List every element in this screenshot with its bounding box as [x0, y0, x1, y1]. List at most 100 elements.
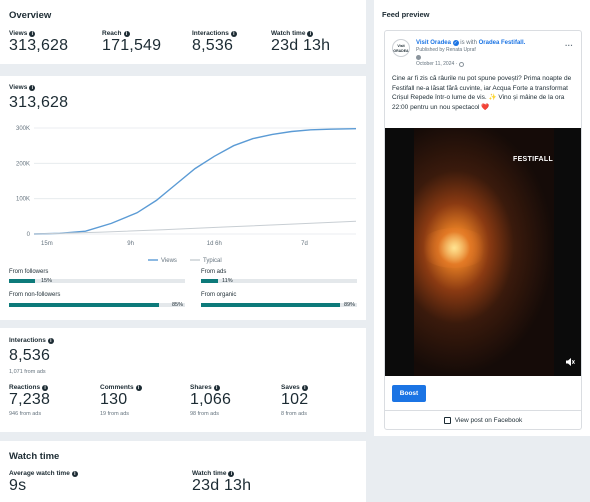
stat-sub: 946 from ads [9, 411, 42, 417]
from-ads-pct: 11% [222, 278, 233, 284]
x-tick-label: 1d 6h [207, 241, 222, 247]
feed-preview-title: Feed preview [382, 10, 430, 19]
info-icon[interactable]: i [307, 30, 314, 37]
interactions-ads: 1,071 from ads [9, 369, 46, 375]
interactions-total: 8,536 [9, 347, 51, 364]
views-total: 313,628 [9, 94, 69, 111]
page-avatar[interactable]: Visit ORADEA [392, 39, 410, 57]
from-followers-label: From followers [9, 269, 49, 275]
post-date-text: October 11, 2024 · [416, 61, 458, 67]
video-overlay-text: FESTIFALL [513, 156, 554, 163]
stat-label: Views [9, 30, 28, 37]
interactions-label: Interactions [9, 337, 46, 344]
watch-time-title: Watch time [9, 451, 60, 462]
boost-button[interactable]: Boost [392, 385, 426, 402]
from-organic-pct: 89% [344, 302, 356, 308]
legend-label: Views [161, 258, 177, 264]
from-non-followers-label: From non-followers [9, 292, 61, 298]
post-video[interactable]: FESTIFALL [385, 128, 581, 376]
external-link-icon [443, 417, 451, 424]
partner-link[interactable]: Oradea Festifall. [479, 40, 526, 46]
stat-label: Watch time [271, 30, 306, 37]
info-icon[interactable]: i [71, 470, 78, 477]
from-organic-label: From organic [201, 292, 237, 298]
feed-preview-panel: Feed preview Visit ORADEA Visit Oradea ✓… [374, 0, 590, 436]
post-date: October 11, 2024 · [416, 61, 465, 67]
stat-value: 9s [9, 477, 27, 494]
reactions-stat[interactable]: Reactions i 7,238 946 from ads [9, 384, 50, 417]
info-icon[interactable]: i [135, 384, 142, 391]
stat-value: 23d 13h [271, 37, 331, 54]
shares-stat[interactable]: Shares i 1,066 98 from ads [190, 384, 231, 417]
stat-label: Shares [190, 384, 212, 391]
stat-label: Watch time [192, 470, 227, 477]
stat-sub: 8 from ads [281, 411, 307, 417]
info-icon[interactable]: i [230, 30, 237, 37]
author-icon [416, 55, 421, 60]
saves-stat[interactable]: Saves i 102 8 from ads [281, 384, 308, 417]
views-card: Views i 313,628 0 100K 200K 300K 15m 9h 1d 6h 7d… [0, 76, 366, 320]
stat-value: 171,549 [102, 37, 162, 54]
published-by: Published by Renata Upraf [416, 47, 476, 53]
from-followers-fill [9, 279, 36, 283]
info-icon[interactable]: i [47, 337, 54, 344]
stat-sub: 98 from ads [190, 411, 220, 417]
with-text: is with [460, 40, 477, 46]
stat-label: Reach [102, 30, 122, 37]
stat-label: Average watch time [9, 470, 70, 477]
stat-label: Comments [100, 384, 134, 391]
overview-stat-watch-time[interactable]: Watch time i 23d 13h [271, 30, 330, 55]
video-glow [419, 228, 489, 268]
stat-label: Reactions [9, 384, 41, 391]
overview-stat-reach[interactable]: Reach i 171,549 [102, 30, 161, 55]
info-icon[interactable]: i [213, 384, 220, 391]
comments-stat[interactable]: Comments i 130 19 from ads [100, 384, 142, 417]
interactions-card: Interactions i 8,536 1,071 from ads React… [0, 328, 366, 432]
globe-icon [459, 61, 465, 67]
watch-time-card: Watch time Average watch time i 9s Watch … [0, 441, 366, 502]
series-line-views [33, 128, 357, 235]
stat-label: Interactions [192, 30, 229, 37]
from-organic-bar [201, 303, 357, 307]
mute-icon[interactable] [565, 354, 575, 366]
post-card: Visit ORADEA Visit Oradea ✓ is with Orad… [384, 30, 582, 430]
info-icon[interactable]: i [42, 384, 49, 391]
watch-time-stat[interactable]: Watch time i 23d 13h [192, 470, 251, 495]
x-tick-label: 7d [301, 241, 308, 247]
from-ads-fill [201, 279, 219, 283]
verified-icon: ✓ [452, 40, 459, 46]
y-tick-label: 100K [16, 197, 30, 203]
avg-watch-time-stat[interactable]: Average watch time i 9s [9, 470, 78, 495]
y-tick-label: 200K [16, 161, 30, 167]
x-tick-label: 9h [127, 241, 134, 247]
stat-value: 130 [100, 391, 128, 408]
from-ads-label: From ads [201, 269, 227, 275]
more-options-icon[interactable]: ··· [565, 41, 573, 50]
views-label: Views [9, 84, 28, 91]
overview-stat-views[interactable]: Views i 313,628 [9, 30, 68, 55]
from-non-followers-pct: 85% [172, 302, 184, 308]
overview-card: Overview Views i 313,628 Reach i 171,549 I… [0, 0, 366, 64]
from-followers-pct: 15% [41, 278, 53, 284]
post-header: Visit Oradea ✓ is with Oradea Festifall. [416, 39, 556, 47]
stat-value: 102 [281, 391, 309, 408]
from-non-followers-bar [9, 303, 185, 307]
info-icon[interactable]: i [301, 384, 308, 391]
page-name-link[interactable]: Visit Oradea [416, 40, 451, 46]
legend-label: Typical [203, 258, 222, 264]
info-icon[interactable]: i [29, 30, 36, 37]
overview-title: Overview [9, 10, 52, 21]
stat-value: 8,536 [192, 37, 234, 54]
from-followers-bar [9, 279, 185, 283]
info-icon[interactable]: i [29, 84, 36, 91]
stat-value: 23d 13h [192, 477, 252, 494]
view-post-label: View post on Facebook [454, 417, 523, 424]
stat-sub: 19 from ads [100, 411, 130, 417]
info-icon[interactable]: i [123, 30, 130, 37]
overview-stat-interactions[interactable]: Interactions i 8,536 [192, 30, 237, 55]
x-tick-label: 15m [41, 241, 53, 247]
info-icon[interactable]: i [228, 470, 235, 477]
view-post-link[interactable]: View post on Facebook [385, 410, 581, 430]
post-text: Cine ar fi zis că râurile nu pot spune p… [392, 75, 572, 111]
y-tick-label: 0 [27, 232, 31, 238]
